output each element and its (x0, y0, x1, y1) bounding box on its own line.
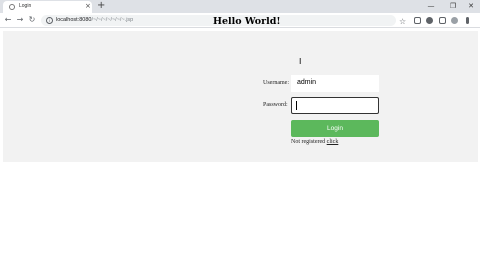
text-cursor-icon: I (299, 57, 302, 66)
url-text: localhost:8080/~/~/~/~/~/~/~.jsp (56, 17, 133, 24)
url-path: /~/~/~/~/~/~/~.jsp (91, 17, 134, 23)
register-text: Not registered (291, 139, 326, 145)
register-prompt: Not registered click (291, 139, 338, 145)
text-caret (296, 101, 297, 110)
profile-icon[interactable] (451, 17, 458, 24)
extension-icon[interactable] (439, 17, 446, 24)
forward-icon[interactable]: → (15, 14, 25, 26)
new-tab-button[interactable]: + (97, 0, 105, 12)
username-label: Username: (263, 80, 289, 86)
register-link[interactable]: click (327, 139, 339, 145)
star-icon[interactable]: ☆ (399, 15, 406, 28)
username-field[interactable]: admin (291, 75, 379, 92)
reload-icon[interactable]: ↻ (27, 14, 37, 26)
window-close-button[interactable]: ✕ (464, 0, 478, 12)
username-value: admin (297, 79, 317, 86)
tab-close-icon[interactable]: × (85, 2, 91, 11)
info-icon[interactable]: i (46, 17, 53, 24)
window-minimize-button[interactable]: — (424, 0, 438, 12)
password-field[interactable] (291, 97, 379, 114)
window-maximize-button[interactable]: ❐ (446, 0, 460, 12)
tab-login[interactable]: Login × (3, 1, 92, 13)
password-label: Password: (263, 102, 288, 108)
browser-title-bar: Login × + — ❐ ✕ (0, 0, 480, 13)
back-icon[interactable]: ← (3, 14, 13, 26)
page-content (3, 31, 478, 162)
page-title: Hello World! (213, 16, 281, 27)
globe-icon (9, 4, 15, 10)
login-button[interactable]: Login (291, 120, 379, 137)
url-host: localhost:8080 (56, 17, 92, 23)
extension-icon[interactable] (414, 17, 421, 24)
extension-icon[interactable] (426, 17, 433, 24)
tab-title: Login (19, 3, 32, 9)
menu-icon[interactable] (466, 17, 469, 24)
